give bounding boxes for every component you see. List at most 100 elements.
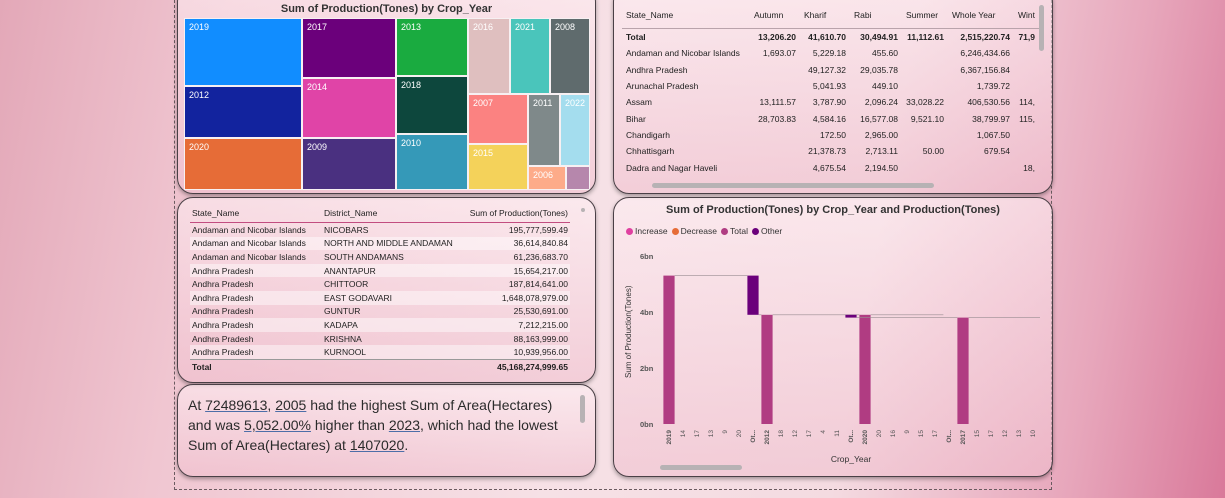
matrix-row[interactable]: Bihar 28,703.83 4,584.16 16,577.08 9,521.10 3… xyxy=(622,110,1039,126)
matrix-row[interactable]: Andaman and Nicobar Islands 1,693.07 5,229… xyxy=(622,45,1039,61)
treemap-tile[interactable]: 2009 xyxy=(302,138,396,190)
col-header-district[interactable]: District_Name xyxy=(322,208,466,223)
report-canvas: Sum of Production(Tones) by Crop_Year 20… xyxy=(174,0,1053,490)
table-total-row: Total 45,168,274,999.65 xyxy=(190,358,570,374)
matrix-row-label: Andaman and Nicobar Islands xyxy=(626,48,740,59)
treemap-tile[interactable]: 2015 xyxy=(468,144,528,190)
state-season-matrix[interactable]: State_Name Autumn Kharif Rabi Summer Who… xyxy=(622,5,1039,176)
matrix-cell xyxy=(1014,127,1039,143)
treemap-tile[interactable]: 2021 xyxy=(510,18,550,94)
narrative-value: 2023 xyxy=(388,417,420,433)
treemap-tile[interactable]: 2014 xyxy=(302,78,396,138)
matrix-row[interactable]: Arunachal Pradesh 5,041.93 449.10 1,739.72 xyxy=(622,78,1039,94)
treemap-tile[interactable]: 2013 xyxy=(396,18,468,76)
matrix-col-header[interactable]: Rabi xyxy=(850,5,902,29)
chart-horizontal-scrollbar[interactable] xyxy=(660,465,742,470)
treemap-tile[interactable]: 2010 xyxy=(396,134,468,190)
col-header-state[interactable]: State_Name xyxy=(190,208,322,223)
matrix-cell: 1,693.07 xyxy=(762,48,796,59)
matrix-vertical-scrollbar[interactable] xyxy=(1039,5,1044,51)
matrix-cell: 11,112.61 xyxy=(907,32,944,43)
waterfall-card[interactable]: Sum of Production(Tones) by Crop_Year an… xyxy=(613,197,1053,477)
matrix-cell: 1,067.50 xyxy=(976,129,1010,140)
x-tick-label: 20 xyxy=(876,430,883,438)
matrix-cell: 449.10 xyxy=(872,81,898,92)
matrix-cell: 1,739.72 xyxy=(976,81,1010,92)
matrix-row[interactable]: Assam 13,111.57 3,787.90 2,096.24 33,028.22 4… xyxy=(622,94,1039,110)
x-tick-label: 17 xyxy=(806,430,813,438)
treemap-tile[interactable]: 2006 xyxy=(528,166,566,190)
treemap-card[interactable]: Sum of Production(Tones) by Crop_Year 20… xyxy=(177,0,596,194)
treemap-chart[interactable]: 2019 2012 2020 2017 2014 2009 2013 2018 2010 2016… xyxy=(184,18,590,190)
district-production-table[interactable]: State_Name District_Name Sum of Producti… xyxy=(190,208,570,374)
matrix-cell: 4,675.54 xyxy=(812,162,846,173)
treemap-tile[interactable]: 2016 xyxy=(468,18,510,94)
treemap-tile[interactable]: 2007 xyxy=(468,94,528,144)
matrix-card[interactable]: State_Name Autumn Kharif Rabi Summer Who… xyxy=(613,0,1053,194)
cell-district: NICOBARS xyxy=(324,224,369,235)
x-tick-label: 17 xyxy=(988,430,995,438)
matrix-col-header[interactable]: Autumn xyxy=(750,5,800,29)
table-row[interactable]: Andhra Pradesh KRISHNA 88,163,999.00 xyxy=(190,332,570,346)
treemap-tile[interactable]: 2012 xyxy=(184,86,302,138)
waterfall-chart[interactable]: 0bn 2bn 4bn 6bn Sum of Production(Tones) 2019… xyxy=(614,198,1053,477)
treemap-tile[interactable]: 2017 xyxy=(302,18,396,78)
matrix-horizontal-scrollbar[interactable] xyxy=(652,183,934,188)
cell-state: Andhra Pradesh xyxy=(192,279,254,290)
smart-narrative-text: At 72489613, 2005 had the highest Sum of… xyxy=(188,397,558,453)
table-row[interactable]: Andhra Pradesh ANANTAPUR 15,654,217.00 xyxy=(190,263,570,278)
treemap-tile[interactable]: 2018 xyxy=(396,76,468,134)
matrix-cell xyxy=(1014,143,1039,159)
matrix-row[interactable]: Andhra Pradesh 49,127.32 29,035.78 6,367,15… xyxy=(622,62,1039,78)
narrative-vertical-scrollbar[interactable] xyxy=(580,395,585,423)
matrix-col-header[interactable]: Kharif xyxy=(800,5,850,29)
matrix-col-header[interactable]: Whole Year xyxy=(948,5,1014,29)
treemap-tile[interactable]: 2011 xyxy=(528,94,560,166)
matrix-row[interactable]: Chhattisgarh 21,378.73 2,713.11 50.00 679.54 xyxy=(622,143,1039,159)
matrix-cell: 5,229.18 xyxy=(812,48,846,59)
table-row[interactable]: Andhra Pradesh GUNTUR 25,530,691.00 xyxy=(190,305,570,319)
treemap-tile[interactable]: 2008 xyxy=(550,18,590,94)
table-vertical-scrollbar[interactable] xyxy=(581,208,585,212)
col-header-production[interactable]: Sum of Production(Tones) xyxy=(466,208,570,223)
smart-narrative-card[interactable]: At 72489613, 2005 had the highest Sum of… xyxy=(177,384,596,477)
x-tick-label: 17 xyxy=(932,430,939,438)
matrix-row[interactable]: Chandigarh 172.50 2,965.00 1,067.50 xyxy=(622,127,1039,143)
cell-state: Andhra Pradesh xyxy=(190,345,322,360)
waterfall-bar xyxy=(747,275,759,315)
table-row[interactable]: Andaman and Nicobar Islands NICOBARS 195,7… xyxy=(190,223,570,237)
total-value: 45,168,274,999.65 xyxy=(466,358,570,374)
cell-district: KADAPA xyxy=(322,318,466,332)
narrative-value: 1407020 xyxy=(349,437,405,453)
total-label: Total xyxy=(190,358,322,374)
table-row[interactable]: Andhra Pradesh CHITTOOR 187,814,641.00 xyxy=(190,277,570,291)
matrix-row[interactable]: Total 13,206.20 41,610.70 30,494.91 11,112.6… xyxy=(622,29,1039,46)
matrix-cell: 50.00 xyxy=(922,146,944,157)
cell-production: 7,212,215.00 xyxy=(466,318,570,332)
matrix-cell: 41,610.70 xyxy=(808,32,846,43)
matrix-row[interactable]: Dadra and Nagar Haveli 4,675.54 2,194.50 18… xyxy=(622,159,1039,175)
table-header-row: State_Name District_Name Sum of Producti… xyxy=(190,208,570,223)
matrix-cell: 6,246,434.66 xyxy=(960,48,1010,59)
treemap-tile[interactable]: 2022 xyxy=(560,94,590,166)
cell-district: CHITTOOR xyxy=(324,279,369,290)
treemap-tile[interactable]: 2019 xyxy=(184,18,302,86)
table-row[interactable]: Andhra Pradesh KURNOOL 10,939,956.00 xyxy=(190,345,570,360)
matrix-row-label: Chhattisgarh xyxy=(626,146,675,157)
x-axis-title: Crop_Year xyxy=(831,454,871,464)
table-row[interactable]: Andaman and Nicobar Islands NORTH AND MID… xyxy=(190,236,570,251)
matrix-cell: 28,703.83 xyxy=(758,113,796,124)
matrix-col-header[interactable]: Summer xyxy=(902,5,948,29)
matrix-row-label: Andhra Pradesh xyxy=(626,64,688,75)
matrix-col-header[interactable]: Wint xyxy=(1014,5,1039,29)
table-row[interactable]: Andhra Pradesh KADAPA 7,212,215.00 xyxy=(190,318,570,332)
table-row[interactable]: Andaman and Nicobar Islands SOUTH ANDAMAN… xyxy=(190,250,570,264)
treemap-tile[interactable] xyxy=(566,166,590,190)
x-tick-label: 16 xyxy=(890,430,897,438)
treemap-tile[interactable]: 2020 xyxy=(184,138,302,190)
matrix-col-header[interactable]: State_Name xyxy=(622,5,750,29)
matrix-cell xyxy=(948,159,1014,175)
table-row[interactable]: Andhra Pradesh EAST GODAVARI 1,648,078,979… xyxy=(190,290,570,305)
matrix-cell xyxy=(902,62,948,78)
district-table-card[interactable]: State_Name District_Name Sum of Producti… xyxy=(177,197,596,383)
